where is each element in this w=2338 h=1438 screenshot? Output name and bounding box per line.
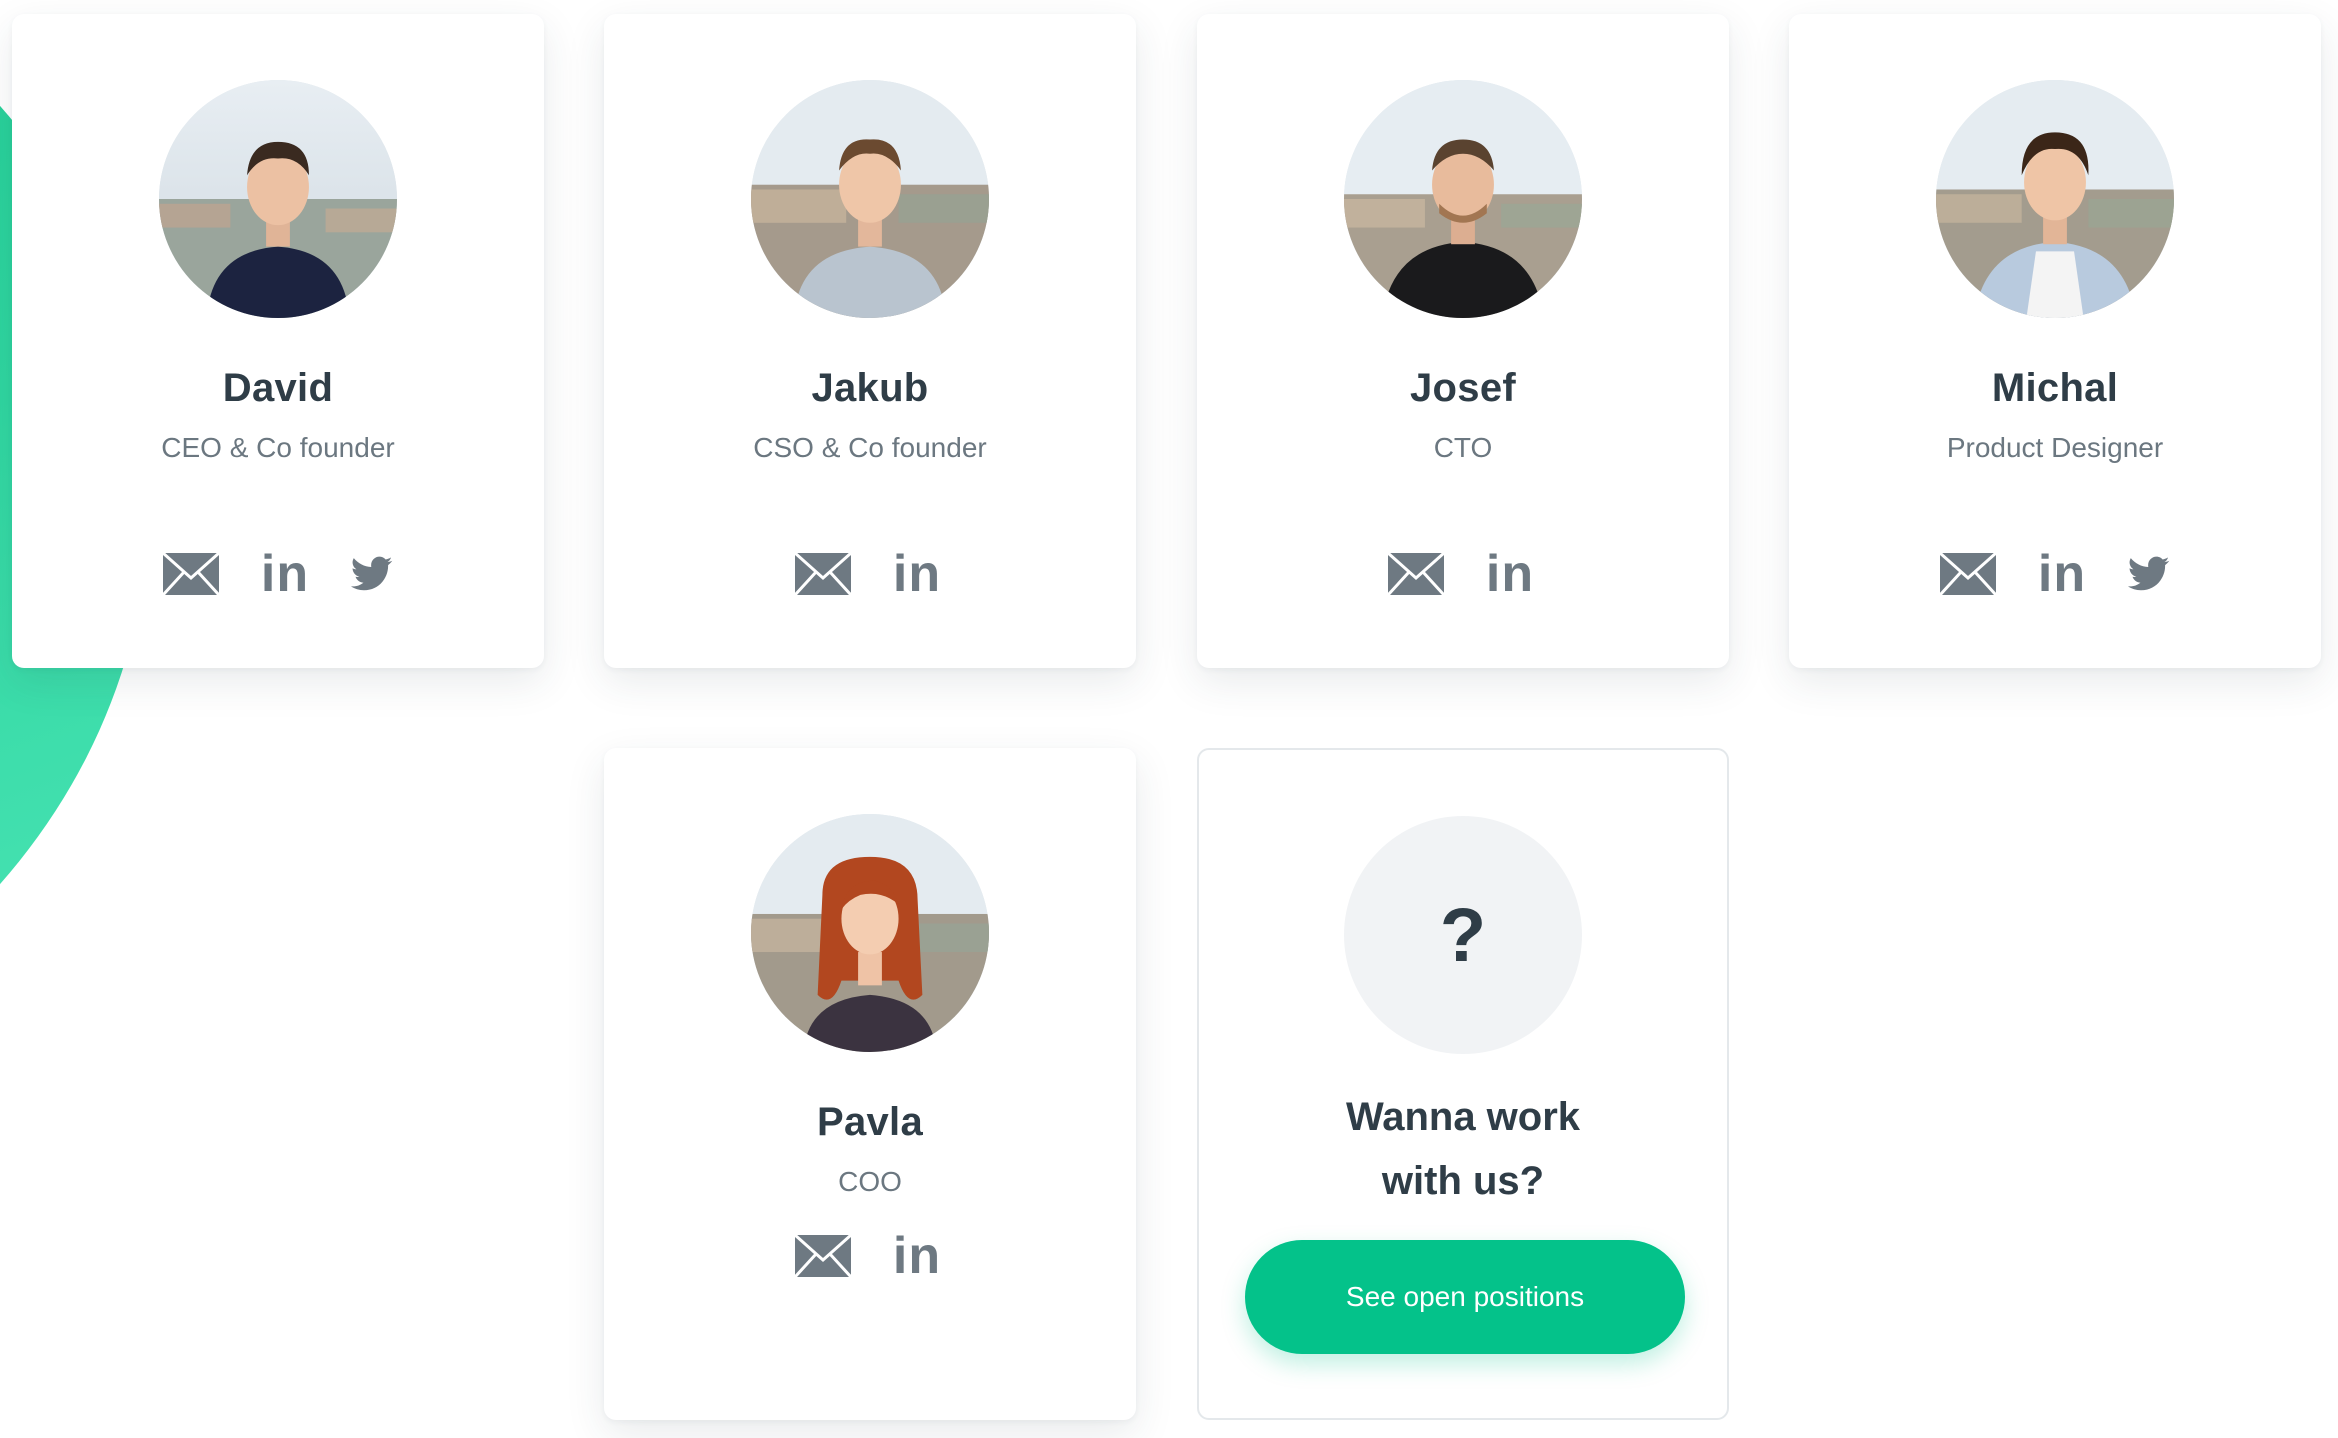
member-role: CSO & Co founder [753,432,987,463]
social-links: in [604,546,1136,602]
avatar-photo [751,814,989,1052]
portrait-image [1344,80,1582,318]
team-section: David CEO & Co founder in Jakub CSO & Co… [0,0,2338,1438]
avatar-photo [751,80,989,318]
linkedin-icon[interactable]: in [1481,546,1539,602]
team-card-michal: Michal Product Designer in [1789,14,2321,668]
team-card-david: David CEO & Co founder in [12,14,544,668]
team-card-jakub: Jakub CSO & Co founder in [604,14,1136,668]
portrait-image [751,80,989,318]
mail-icon[interactable] [794,1228,852,1284]
member-name: Josef [1410,366,1516,410]
see-open-positions-button[interactable]: See open positions [1245,1240,1685,1354]
social-links: in [1197,546,1729,602]
twitter-icon[interactable] [350,546,394,602]
twitter-icon[interactable] [2127,546,2171,602]
mail-icon[interactable] [1387,546,1445,602]
mail-icon[interactable] [1939,546,1997,602]
team-card-pavla: Pavla COO in [604,748,1136,1420]
social-links: in [604,1228,1136,1284]
hiring-title-line-2: with us? [1381,1159,1545,1203]
member-name: Jakub [811,366,929,410]
member-role: CEO & Co founder [161,432,395,463]
portrait-image [1936,80,2174,318]
avatar-photo [159,80,397,318]
linkedin-icon[interactable]: in [2033,546,2091,602]
question-mark-icon: ? [1344,816,1582,1054]
member-role: Product Designer [1946,432,2164,463]
avatar-photo [1344,80,1582,318]
avatar-photo [1936,80,2174,318]
member-name: Michal [1991,366,2119,410]
mail-icon[interactable] [162,546,220,602]
mail-icon[interactable] [794,546,852,602]
linkedin-icon[interactable]: in [888,1228,946,1284]
hiring-card: ? Wanna work with us? See open positions [1197,748,1729,1420]
portrait-image [159,80,397,318]
linkedin-icon[interactable]: in [256,546,314,602]
social-links: in [12,546,544,602]
team-card-josef: Josef CTO in [1197,14,1729,668]
portrait-image [751,814,989,1052]
hiring-title: Wanna work with us? [1199,1085,1727,1213]
member-name: Pavla [816,1100,924,1144]
member-role: CTO [1433,432,1493,463]
social-links: in [1789,546,2321,602]
hiring-title-line-1: Wanna work [1345,1095,1581,1139]
member-name: David [222,366,334,410]
member-role: COO [838,1166,902,1197]
linkedin-icon[interactable]: in [888,546,946,602]
